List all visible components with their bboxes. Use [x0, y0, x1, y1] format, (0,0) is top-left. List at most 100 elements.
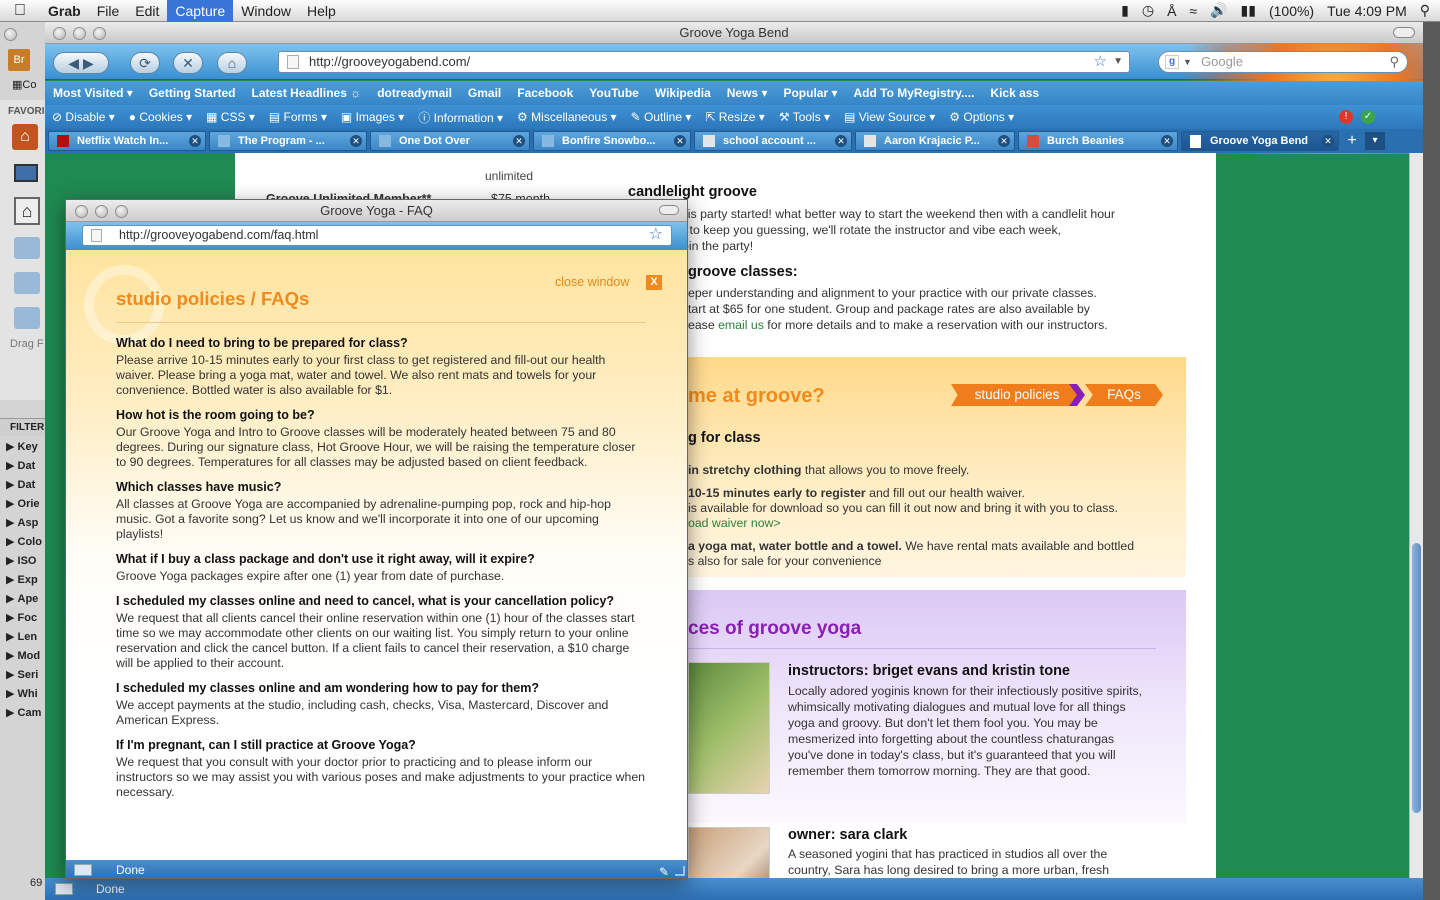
time-machine-icon[interactable]: ◷ — [1142, 2, 1154, 19]
bookmark-most-visited[interactable]: Most Visited ▾ — [45, 86, 141, 100]
bookmark-news[interactable]: News ▾ — [719, 86, 776, 100]
tab-close-icon[interactable]: ✕ — [835, 135, 847, 147]
bookmark-wikipedia[interactable]: Wikipedia — [647, 86, 719, 100]
devbar-forms[interactable]: ▤ Forms ▾ — [262, 110, 334, 124]
filter-item[interactable]: ▶ Len — [0, 628, 45, 647]
popup-minimize-button[interactable] — [95, 205, 108, 218]
filter-item[interactable]: ▶ Key — [0, 438, 45, 457]
menu-window[interactable]: Window — [233, 0, 299, 22]
bookmark-latest-headlines[interactable]: Latest Headlines ☼ — [244, 86, 370, 100]
bookmark-getting-started[interactable]: Getting Started — [141, 86, 244, 100]
filter-item[interactable]: ▶ Cam — [0, 704, 45, 723]
bookmark-add-to-myregistry[interactable]: Add To MyRegistry.... — [846, 86, 983, 100]
popup-close-button[interactable] — [75, 205, 88, 218]
tab-aaron-krajacic[interactable]: Aaron Krajacic P... ✕ — [855, 131, 1015, 151]
filter-item[interactable]: ▶ Foc — [0, 609, 45, 628]
bookmark-facebook[interactable]: Facebook — [509, 86, 581, 100]
desktop-icon[interactable] — [14, 164, 38, 182]
search-icon[interactable]: ⚲ — [1389, 52, 1399, 72]
new-tab-icon[interactable]: + — [1342, 132, 1362, 150]
filter-item[interactable]: ▶ Mod — [0, 647, 45, 666]
bridge-close-button[interactable] — [4, 28, 17, 41]
devbar-outline[interactable]: ✎ Outline ▾ — [624, 110, 699, 124]
tab-close-icon[interactable]: ✕ — [998, 135, 1010, 147]
filter-item[interactable]: ▶ Asp — [0, 514, 45, 533]
menu-app-name[interactable]: Grab — [40, 0, 89, 22]
filter-item[interactable]: ▶ Colo — [0, 533, 45, 552]
faqs-button[interactable]: FAQs — [1085, 384, 1163, 406]
tab-list-icon[interactable]: ▾ — [1365, 132, 1385, 150]
home-icon[interactable]: ⌂ — [12, 124, 38, 150]
tab-bonfire[interactable]: Bonfire Snowbo... ✕ — [533, 131, 691, 151]
tab-netflix[interactable]: Netflix Watch In... ✕ — [48, 131, 206, 151]
documents-folder-icon[interactable] — [14, 272, 40, 294]
devbar-images[interactable]: ▣ Images ▾ — [334, 110, 411, 124]
google-icon[interactable]: g — [1165, 55, 1179, 69]
filter-item[interactable]: ▶ Dat — [0, 457, 45, 476]
tab-one-dot-over[interactable]: One Dot Over ✕ — [370, 131, 530, 151]
tab-burch-beanies[interactable]: Burch Beanies ✕ — [1018, 131, 1178, 151]
apple-menu-icon[interactable]:  — [0, 2, 40, 20]
close-x-button[interactable]: X — [646, 275, 662, 290]
devbar-miscellaneous[interactable]: ⚙ Miscellaneous ▾ — [510, 110, 624, 124]
bookmark-youtube[interactable]: YouTube — [581, 86, 647, 100]
url-dropdown-icon[interactable]: ▼ — [1113, 52, 1123, 72]
menu-edit[interactable]: Edit — [127, 0, 167, 22]
url-text[interactable]: http://grooveyogabend.com/ — [309, 54, 470, 69]
error-icon[interactable]: ! — [1339, 110, 1353, 124]
bookmark-popular[interactable]: Popular ▾ — [775, 86, 845, 100]
filter-item[interactable]: ▶ Orie — [0, 495, 45, 514]
email-us-link[interactable]: email us — [718, 318, 764, 332]
bookmark-kick-ass[interactable]: Kick ass — [982, 86, 1047, 100]
resize-grip-icon[interactable] — [675, 866, 685, 876]
battery-icon[interactable]: ▮▮ — [1241, 2, 1256, 19]
filter-item[interactable]: ▶ Dat — [0, 476, 45, 495]
bookmark-gmail[interactable]: Gmail — [460, 86, 509, 100]
back-forward-button[interactable]: ◀ ▶ — [53, 52, 109, 74]
filter-item[interactable]: ▶ ISO — [0, 552, 45, 571]
tab-close-icon[interactable]: ✕ — [189, 135, 201, 147]
url-bar[interactable]: http://grooveyogabend.com/ ☆ ▼ — [278, 51, 1130, 73]
forward-icon[interactable]: ▶ — [83, 55, 94, 71]
spotlight-icon[interactable]: ⚲ — [1420, 2, 1430, 19]
devbar-disable[interactable]: ⊘ Disable ▾ — [45, 110, 122, 124]
menu-capture[interactable]: Capture — [167, 0, 234, 22]
scrollbar-thumb[interactable] — [1412, 543, 1421, 813]
devbar-cookies[interactable]: ● Cookies ▾ — [122, 110, 199, 124]
tab-close-icon[interactable]: ✕ — [513, 135, 525, 147]
tab-the-program[interactable]: The Program - ... ✕ — [209, 131, 367, 151]
popup-zoom-button[interactable] — [115, 205, 128, 218]
filter-item[interactable]: ▶ Whi — [0, 685, 45, 704]
menu-help[interactable]: Help — [299, 0, 344, 22]
bluetooth-icon[interactable]: Å — [1167, 3, 1176, 19]
valid-check-icon[interactable]: ✓ — [1361, 110, 1375, 124]
devbar-view-source[interactable]: ▤ View Source ▾ — [837, 110, 942, 124]
page-scrollbar[interactable] — [1409, 153, 1423, 878]
filter-item[interactable]: ▶ Seri — [0, 666, 45, 685]
tab-close-icon[interactable]: ✕ — [674, 135, 686, 147]
edit-pencil-icon[interactable]: ✎ — [659, 862, 669, 878]
tab-close-icon[interactable]: ✕ — [350, 135, 362, 147]
filter-item[interactable]: ▶ Ape — [0, 590, 45, 609]
devbar-css[interactable]: ▦ CSS ▾ — [199, 110, 262, 124]
stop-button[interactable]: ✕ — [173, 52, 203, 74]
bookmark-star-icon[interactable]: ☆ — [649, 225, 663, 244]
bookmark-dotreadymail[interactable]: dotreadymail — [369, 86, 460, 100]
usb-icon[interactable]: ▮ — [1121, 2, 1129, 19]
toolbar-toggle-button[interactable] — [1393, 27, 1415, 38]
minimize-window-button[interactable] — [73, 27, 86, 40]
back-icon[interactable]: ◀ — [68, 55, 79, 71]
pictures-folder-icon[interactable] — [14, 307, 40, 329]
search-bar[interactable]: g ▼ Google ⚲ — [1158, 51, 1408, 73]
clock[interactable]: Tue 4:09 PM — [1327, 3, 1407, 19]
home-button[interactable]: ⌂ — [217, 52, 247, 74]
devbar-information[interactable]: ⓘ Information ▾ — [411, 109, 510, 126]
close-window-link[interactable]: close window — [555, 275, 629, 289]
devbar-tools[interactable]: ⚒ Tools ▾ — [772, 110, 837, 124]
popup-toolbar-toggle[interactable] — [659, 205, 679, 215]
menu-file[interactable]: File — [89, 0, 128, 22]
close-window-button[interactable] — [53, 27, 66, 40]
popup-url-field[interactable]: http://grooveyogabend.com/faq.html ☆ — [82, 225, 672, 246]
search-engine-dropdown-icon[interactable]: ▼ — [1183, 52, 1192, 72]
download-waiver-link[interactable]: oad waiver now> — [688, 516, 1118, 531]
